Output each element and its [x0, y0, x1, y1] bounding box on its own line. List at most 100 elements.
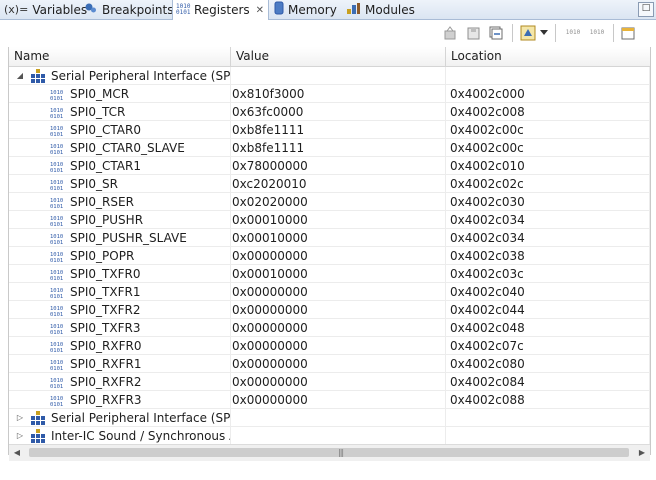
register-row[interactable]: 1010 0101 SPI0_PUSHR 0x00010000 0x4002c034	[9, 211, 650, 229]
register-value[interactable]: 0x00000000	[231, 355, 446, 373]
register-value[interactable]: 0xc2020010	[231, 175, 446, 193]
group-label: Serial Peripheral Interface (SPI1)	[51, 411, 231, 425]
view-tab-bar: (x)= Variables Breakpoints 1010 0101 Regi…	[0, 0, 656, 20]
register-location: 0x4002c00c	[446, 139, 650, 157]
svg-text:0101: 0101	[50, 240, 63, 245]
register-name: SPI0_TXFR2	[70, 303, 141, 317]
group-label: Serial Peripheral Interface (SPI0)	[51, 69, 231, 83]
tab-modules-label: Modules	[365, 2, 415, 17]
view-menu-icon[interactable]	[620, 25, 636, 41]
column-header-name[interactable]: Name	[9, 47, 231, 66]
svg-text:0101: 0101	[50, 384, 63, 389]
register-row[interactable]: 1010 0101 SPI0_TXFR2 0x00000000 0x4002c044	[9, 301, 650, 319]
collapsed-twisty-icon[interactable]: ▷	[15, 409, 25, 426]
save-registers-icon[interactable]	[466, 25, 482, 41]
register-value[interactable]: 0x78000000	[231, 157, 446, 175]
register-name-cell: 1010 0101 SPI0_TXFR2	[9, 301, 231, 319]
group-value-cell	[231, 67, 446, 85]
register-value[interactable]: 0x02020000	[231, 193, 446, 211]
tree-group-row[interactable]: ▷ Inter-IC Sound / Synchronous Au	[9, 427, 650, 444]
register-location: 0x4002c048	[446, 319, 650, 337]
maximize-button[interactable]: □	[638, 2, 654, 17]
layout-icon[interactable]	[520, 25, 536, 41]
register-value[interactable]: 0x00000000	[231, 337, 446, 355]
register-name: SPI0_CTAR1	[70, 159, 141, 173]
expanded-twisty-icon[interactable]: ◢	[15, 67, 25, 84]
register-value[interactable]: 0xb8fe1111	[231, 139, 446, 157]
register-row[interactable]: 1010 0101 SPI0_MCR 0x810f3000 0x4002c000	[9, 85, 650, 103]
register-icon: 1010 0101	[50, 358, 66, 372]
svg-text:0101: 0101	[50, 168, 63, 173]
scroll-left-icon[interactable]: ◀	[12, 448, 22, 458]
register-location: 0x4002c03c	[446, 265, 650, 283]
tab-breakpoints[interactable]: Breakpoints	[84, 0, 173, 19]
tab-registers[interactable]: 1010 0101 Registers ✕	[172, 0, 270, 20]
register-row[interactable]: 1010 0101 SPI0_CTAR1 0x78000000 0x4002c010	[9, 157, 650, 175]
tab-breakpoints-label: Breakpoints	[102, 2, 174, 17]
tree-group-row[interactable]: ▷ Serial Peripheral Interface (SPI1)	[9, 409, 650, 427]
register-name-cell: 1010 0101 SPI0_RXFR2	[9, 373, 231, 391]
collapsed-twisty-icon[interactable]: ▷	[15, 427, 25, 444]
number-format-icon[interactable]: 1010	[563, 25, 583, 41]
tree-group-row[interactable]: ◢ Serial Peripheral Interface (SPI0)	[9, 67, 650, 85]
register-value[interactable]: 0xb8fe1111	[231, 121, 446, 139]
load-icon[interactable]	[442, 25, 458, 41]
horizontal-scrollbar[interactable]: ◀ ||| ▶	[9, 444, 650, 461]
register-row[interactable]: 1010 0101 SPI0_TCR 0x63fc0000 0x4002c008	[9, 103, 650, 121]
tab-modules[interactable]: Modules	[346, 0, 415, 19]
register-name: SPI0_SR	[70, 177, 118, 191]
register-location: 0x4002c010	[446, 157, 650, 175]
collapse-all-icon[interactable]	[488, 25, 504, 41]
register-location: 0x4002c000	[446, 85, 650, 103]
register-icon: 1010 0101	[50, 268, 66, 282]
register-value[interactable]: 0x00000000	[231, 319, 446, 337]
register-row[interactable]: 1010 0101 SPI0_TXFR0 0x00010000 0x4002c03c	[9, 265, 650, 283]
register-value[interactable]: 0x00000000	[231, 247, 446, 265]
register-name-cell: 1010 0101 SPI0_RSER	[9, 193, 231, 211]
register-row[interactable]: 1010 0101 SPI0_TXFR1 0x00000000 0x4002c040	[9, 283, 650, 301]
register-location: 0x4002c040	[446, 283, 650, 301]
register-name-cell: 1010 0101 SPI0_MCR	[9, 85, 231, 103]
register-row[interactable]: 1010 0101 SPI0_TXFR3 0x00000000 0x4002c048	[9, 319, 650, 337]
register-value[interactable]: 0x810f3000	[231, 85, 446, 103]
register-name: SPI0_PUSHR_SLAVE	[70, 231, 187, 245]
register-value[interactable]: 0x00000000	[231, 391, 446, 409]
register-row[interactable]: 1010 0101 SPI0_RSER 0x02020000 0x4002c030	[9, 193, 650, 211]
register-value[interactable]: 0x63fc0000	[231, 103, 446, 121]
register-location: 0x4002c080	[446, 355, 650, 373]
column-header-value[interactable]: Value	[231, 47, 446, 66]
register-row[interactable]: 1010 0101 SPI0_SR 0xc2020010 0x4002c02c	[9, 175, 650, 193]
number-format-2-icon[interactable]: 1010	[587, 25, 607, 41]
toolbar-separator	[613, 24, 614, 42]
register-row[interactable]: 1010 0101 SPI0_PUSHR_SLAVE 0x00010000 0x4002…	[9, 229, 650, 247]
register-value[interactable]: 0x00010000	[231, 229, 446, 247]
register-row[interactable]: 1010 0101 SPI0_RXFR2 0x00000000 0x4002c084	[9, 373, 650, 391]
register-value[interactable]: 0x00000000	[231, 301, 446, 319]
register-value[interactable]: 0x00010000	[231, 211, 446, 229]
register-row[interactable]: 1010 0101 SPI0_RXFR1 0x00000000 0x4002c080	[9, 355, 650, 373]
register-row[interactable]: 1010 0101 SPI0_CTAR0_SLAVE 0xb8fe1111 0x4002…	[9, 139, 650, 157]
register-row[interactable]: 1010 0101 SPI0_RXFR3 0x00000000 0x4002c088	[9, 391, 650, 409]
column-header-location[interactable]: Location	[446, 47, 650, 66]
close-icon[interactable]: ✕	[256, 5, 264, 16]
register-name: SPI0_RSER	[70, 195, 134, 209]
register-value[interactable]: 0x00000000	[231, 283, 446, 301]
svg-text:0101: 0101	[50, 258, 63, 263]
tab-variables[interactable]: (x)= Variables	[4, 0, 87, 19]
dropdown-arrow-icon[interactable]	[539, 25, 549, 41]
number-format-2-glyph: 1010	[589, 29, 605, 36]
scroll-right-icon[interactable]: ▶	[637, 448, 647, 458]
register-value[interactable]: 0x00000000	[231, 373, 446, 391]
register-row[interactable]: 1010 0101 SPI0_POPR 0x00000000 0x4002c038	[9, 247, 650, 265]
tab-variables-label: Variables	[32, 2, 88, 17]
register-row[interactable]: 1010 0101 SPI0_CTAR0 0xb8fe1111 0x4002c00c	[9, 121, 650, 139]
scrollbar-thumb[interactable]: |||	[29, 448, 629, 457]
register-row[interactable]: 1010 0101 SPI0_RXFR0 0x00000000 0x4002c07c	[9, 337, 650, 355]
register-name-cell: 1010 0101 SPI0_CTAR0	[9, 121, 231, 139]
register-icon: 1010 0101	[50, 394, 66, 408]
group-value-cell	[231, 409, 446, 427]
tab-memory[interactable]: Memory	[274, 0, 337, 19]
register-value[interactable]: 0x00010000	[231, 265, 446, 283]
group-label: Inter-IC Sound / Synchronous Au	[51, 429, 231, 443]
register-name-cell: 1010 0101 SPI0_CTAR0_SLAVE	[9, 139, 231, 157]
